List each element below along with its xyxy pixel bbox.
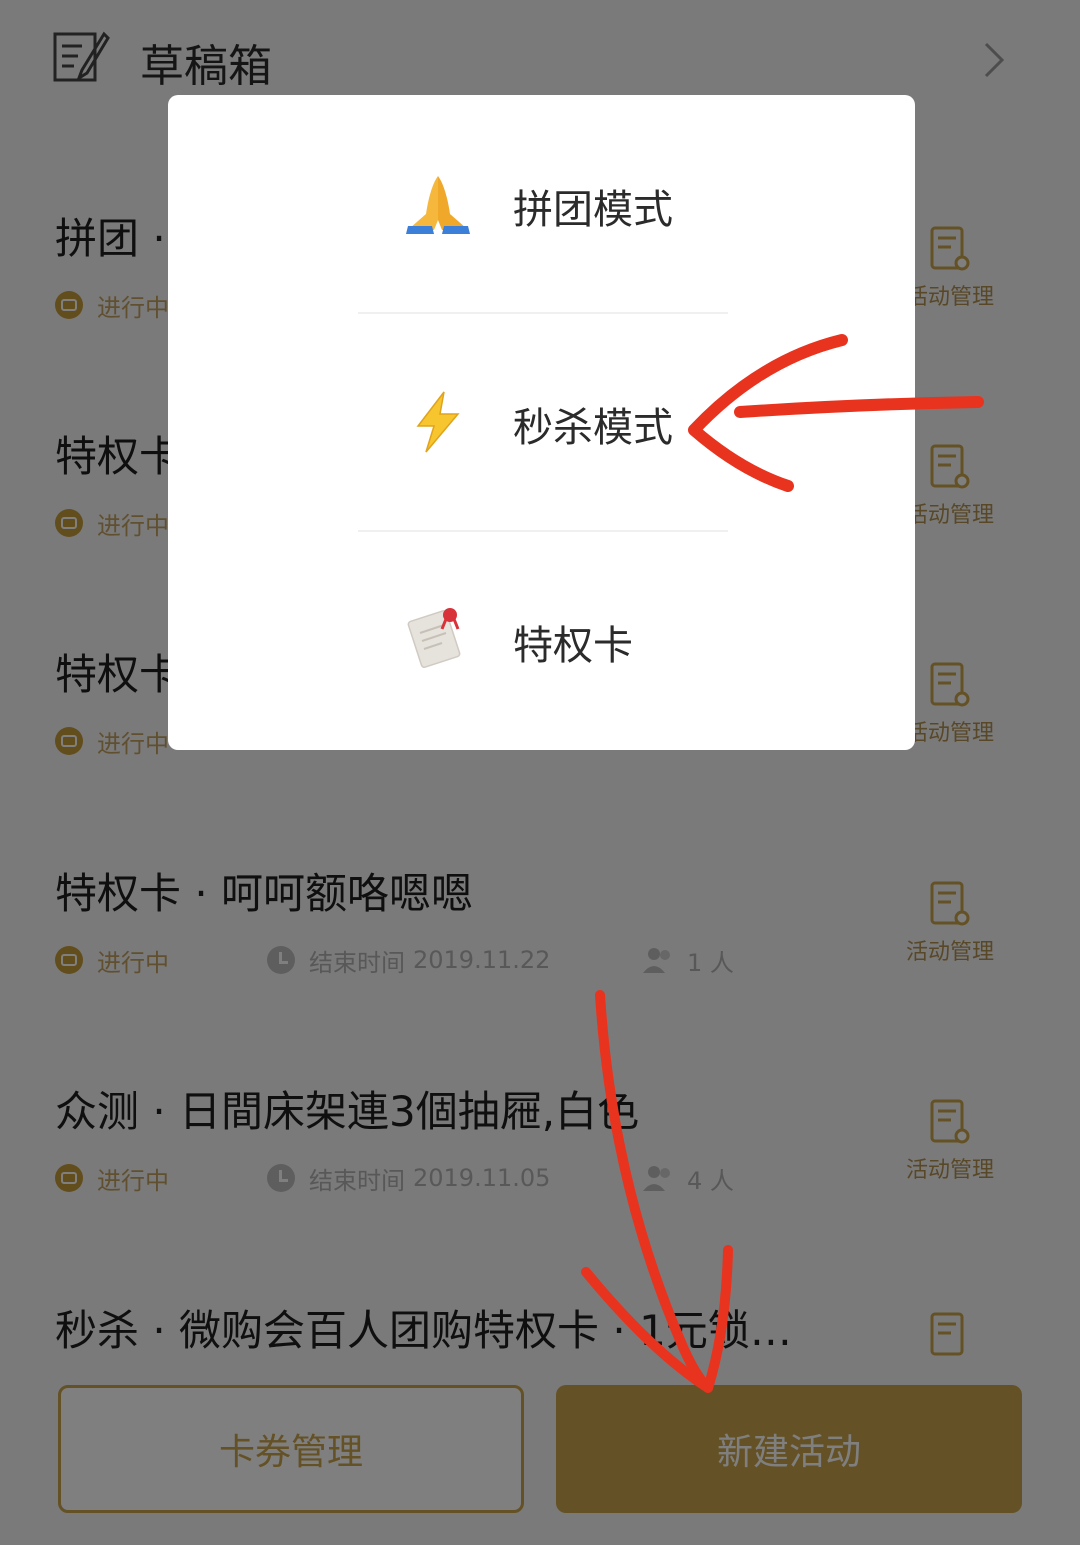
mode-option-group-buy[interactable]: 拼团模式: [168, 95, 915, 313]
mode-option-privilege-card[interactable]: 特权卡: [168, 531, 915, 749]
folded-hands-icon: [406, 176, 470, 234]
mode-label: 拼团模式: [513, 187, 673, 233]
mode-option-flash-sale[interactable]: 秒杀模式: [168, 313, 915, 531]
mode-picker-modal: 拼团模式 秒杀模式 特权卡: [168, 95, 915, 750]
card-icon: [407, 608, 461, 668]
lightning-icon: [416, 391, 460, 453]
mode-label: 特权卡: [513, 623, 633, 669]
mode-label: 秒杀模式: [513, 405, 673, 451]
